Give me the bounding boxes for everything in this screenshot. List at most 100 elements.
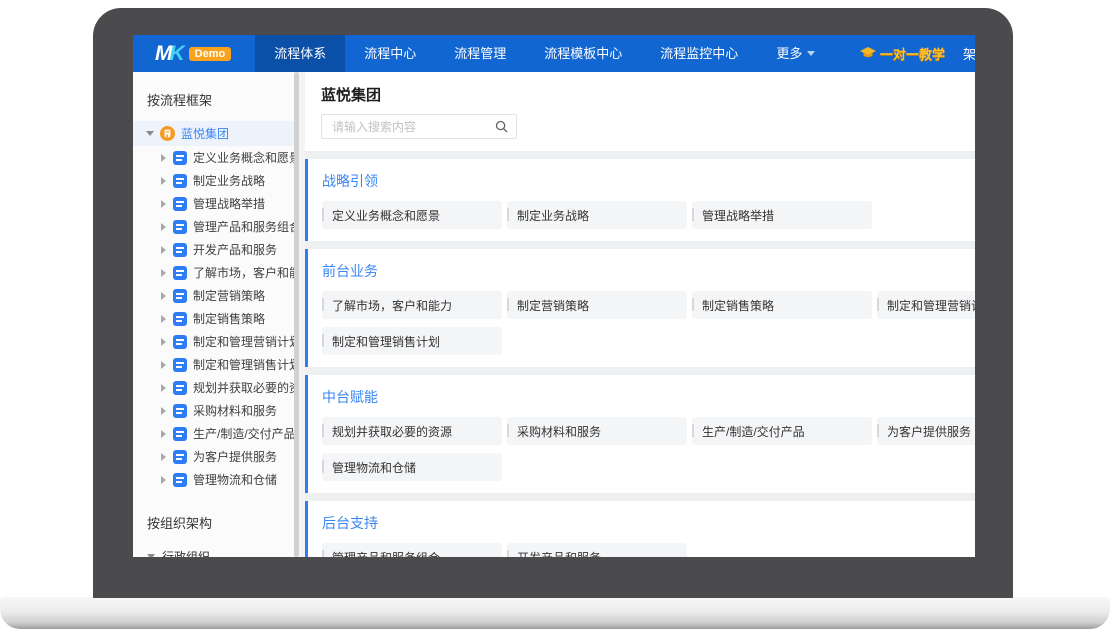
tree-item-label: 规划并获取必要的资源: [193, 379, 305, 396]
chevron-down-icon: [147, 554, 155, 558]
nav-item[interactable]: 流程中心: [345, 35, 435, 72]
process-folder-icon: [173, 404, 187, 418]
app-logo[interactable]: M K Demo: [155, 42, 231, 66]
tree-item[interactable]: 管理战略举措: [133, 192, 305, 215]
nav-item[interactable]: 流程模板中心: [525, 35, 641, 72]
sidebar-tree-children: 定义业务概念和愿景制定业务战略管理战略举措管理产品和服务组合开发产品和服务了解市…: [133, 146, 305, 491]
process-card-label: 制定和管理销售计划: [332, 333, 440, 350]
nav-item-label: 流程监控中心: [660, 35, 738, 72]
nav-item-label: 流程体系: [274, 35, 326, 72]
process-card-label: 制定和管理营销计划: [887, 297, 975, 314]
search-icon[interactable]: [495, 120, 508, 133]
process-card[interactable]: 开发产品和服务: [507, 543, 687, 557]
laptop-screen-bezel: M K Demo 流程体系流程中心流程管理 流程模板中心 流程监控中心更多 一对一教…: [93, 8, 1013, 598]
process-card[interactable]: 了解市场，客户和能力: [322, 291, 502, 319]
process-card[interactable]: 管理产品和服务组合: [322, 543, 502, 557]
process-folder-icon: [173, 312, 187, 326]
process-card-label: 为客户提供服务: [887, 423, 971, 440]
tree-item[interactable]: 定义业务概念和愿景: [133, 146, 305, 169]
process-card[interactable]: 规划并获取必要的资源: [322, 417, 502, 445]
tree-item[interactable]: 管理物流和仓储: [133, 468, 305, 491]
tree-item[interactable]: 制定和管理营销计划: [133, 330, 305, 353]
architecture-nav-label[interactable]: 架构: [963, 44, 975, 63]
process-card[interactable]: 制定业务战略: [507, 201, 687, 229]
process-folder-icon: [173, 358, 187, 372]
tree-root-label: 蓝悦集团: [181, 125, 229, 142]
search-box: [321, 114, 517, 139]
graduation-cap-icon: [860, 47, 876, 60]
process-card-label: 开发产品和服务: [517, 549, 601, 558]
chevron-down-icon: [146, 131, 154, 136]
process-card[interactable]: 制定和管理营销计划: [877, 291, 975, 319]
sidebar-scrollbar-thumb[interactable]: [294, 72, 299, 557]
process-folder-icon: [173, 289, 187, 303]
nav-item[interactable]: 流程监控中心: [641, 35, 757, 72]
tree-root-company[interactable]: 蓝悦集团: [133, 121, 305, 146]
tree-item-label: 生产/制造/交付产品: [193, 425, 296, 442]
tree-item[interactable]: 制定销售策略: [133, 307, 305, 330]
process-card[interactable]: 管理战略举措: [692, 201, 872, 229]
process-card[interactable]: 为客户提供服务: [877, 417, 975, 445]
tree-item[interactable]: 制定和管理销售计划: [133, 353, 305, 376]
process-section: 前台业务了解市场，客户和能力制定营销策略制定销售策略制定和管理营销计划制定和管理…: [305, 249, 975, 367]
nav-item[interactable]: 更多: [757, 35, 834, 72]
section-title: 战略引领: [322, 171, 975, 191]
process-folder-icon: [173, 335, 187, 349]
process-section: 战略引领定义业务概念和愿景制定业务战略 管理战略举措: [305, 159, 975, 241]
process-folder-icon: [173, 243, 187, 257]
tree-item[interactable]: 规划并获取必要的资源: [133, 376, 305, 399]
nav-item[interactable]: 流程体系: [255, 35, 345, 72]
tree-item-label: 开发产品和服务: [193, 241, 277, 258]
chevron-right-icon: [161, 384, 166, 392]
section-title: 中台赋能: [322, 387, 975, 407]
search-input[interactable]: [332, 120, 495, 134]
cards-grid: 了解市场，客户和能力 制定营销策略 制定销售策略制定和管理营销计划制定和管理销售计划: [322, 291, 975, 355]
chevron-right-icon: [161, 223, 166, 231]
process-card[interactable]: 采购材料和服务: [507, 417, 687, 445]
process-folder-icon: [173, 427, 187, 441]
chevron-right-icon: [161, 177, 166, 185]
process-card[interactable]: 定义业务概念和愿景: [322, 201, 502, 229]
tree-item-label: 制定业务战略: [193, 172, 265, 189]
tree-item-label: 管理产品和服务组合: [193, 218, 301, 235]
tree-item[interactable]: 管理产品和服务组合: [133, 215, 305, 238]
nav-item-label: 流程管理: [454, 35, 506, 72]
process-card-label: 制定营销策略: [517, 297, 589, 314]
tree-item[interactable]: 采购材料和服务: [133, 399, 305, 422]
chevron-right-icon: [161, 361, 166, 369]
process-folder-icon: [173, 197, 187, 211]
tree-item[interactable]: 制定业务战略: [133, 169, 305, 192]
process-card-label: 了解市场，客户和能力: [332, 297, 452, 314]
process-card[interactable]: 制定销售策略: [692, 291, 872, 319]
tree-item-label: 制定和管理销售计划: [193, 356, 301, 373]
tree-item[interactable]: 开发产品和服务: [133, 238, 305, 261]
tree-item-label: 管理物流和仓储: [193, 471, 277, 488]
process-card[interactable]: 管理物流和仓储: [322, 453, 502, 481]
tree-item-label: 了解市场，客户和能力: [193, 264, 305, 281]
chevron-right-icon: [161, 154, 166, 162]
chevron-right-icon: [161, 246, 166, 254]
cards-grid: 定义业务概念和愿景制定业务战略 管理战略举措: [322, 201, 975, 229]
process-card[interactable]: 制定和管理销售计划: [322, 327, 502, 355]
tree-item[interactable]: 了解市场，客户和能力: [133, 261, 305, 284]
tree-item[interactable]: 制定营销策略: [133, 284, 305, 307]
main-panel: 蓝悦集团 战略引领定义业务概念和愿景制定业务战略管理战略举措前台业务了解市场，客…: [305, 72, 975, 557]
company-icon: [160, 126, 175, 141]
tree-item-label: 采购材料和服务: [193, 402, 277, 419]
process-card[interactable]: 生产/制造/交付产品: [692, 417, 872, 445]
tree-item[interactable]: 生产/制造/交付产品: [133, 422, 305, 445]
tree-item[interactable]: 为客户提供服务: [133, 445, 305, 468]
cards-grid: 管理产品和服务组合 开发产品和服务: [322, 543, 975, 557]
process-card-label: 管理物流和仓储: [332, 459, 416, 476]
process-card-label: 制定业务战略: [517, 207, 589, 224]
section-title: 后台支持: [322, 513, 975, 533]
sections-container: 战略引领定义业务概念和愿景制定业务战略管理战略举措前台业务了解市场，客户和能力制…: [305, 159, 975, 557]
tree-item-admin-org[interactable]: 行政组织: [133, 544, 305, 557]
cards-grid: 规划并获取必要的资源采购材料和服务生产/制造/交付产品为客户提供服务管理物流和仓…: [322, 417, 975, 481]
nav-item-label: 流程模板中心: [544, 35, 622, 72]
sidebar-group-org-structure: 按组织架构: [133, 507, 305, 544]
one-on-one-teaching-badge[interactable]: 一对一教学: [860, 44, 945, 63]
process-card[interactable]: 制定营销策略: [507, 291, 687, 319]
nav-menu: 流程体系流程中心流程管理 流程模板中心 流程监控中心更多: [255, 35, 834, 72]
nav-item[interactable]: 流程管理: [435, 35, 525, 72]
